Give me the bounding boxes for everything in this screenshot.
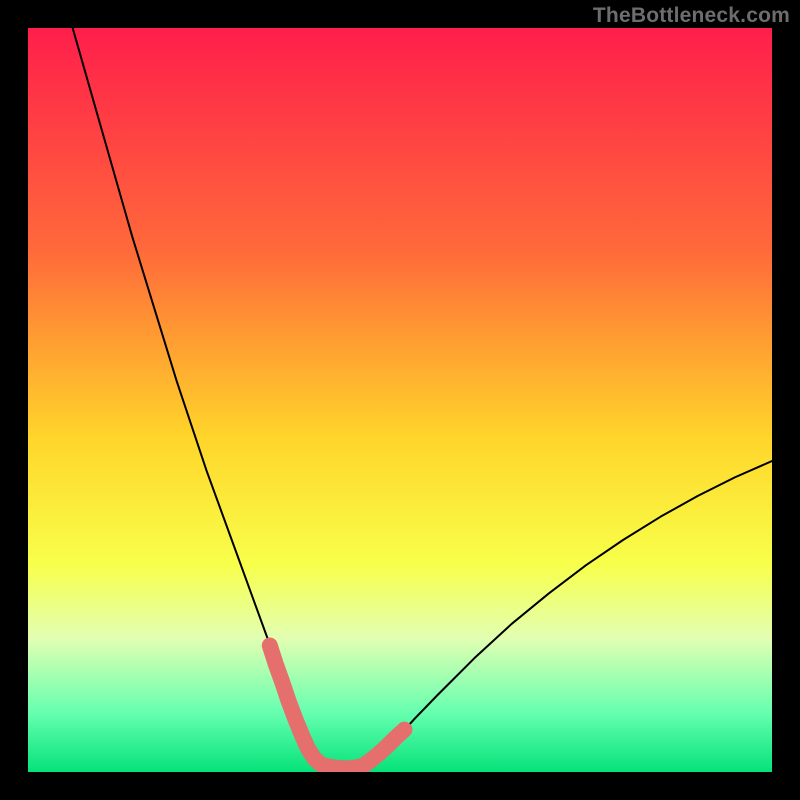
chart-svg bbox=[28, 28, 772, 772]
chart-frame: TheBottleneck.com bbox=[0, 0, 800, 800]
plot-area bbox=[28, 28, 772, 772]
watermark-text: TheBottleneck.com bbox=[593, 4, 790, 28]
gradient-background bbox=[28, 28, 772, 772]
